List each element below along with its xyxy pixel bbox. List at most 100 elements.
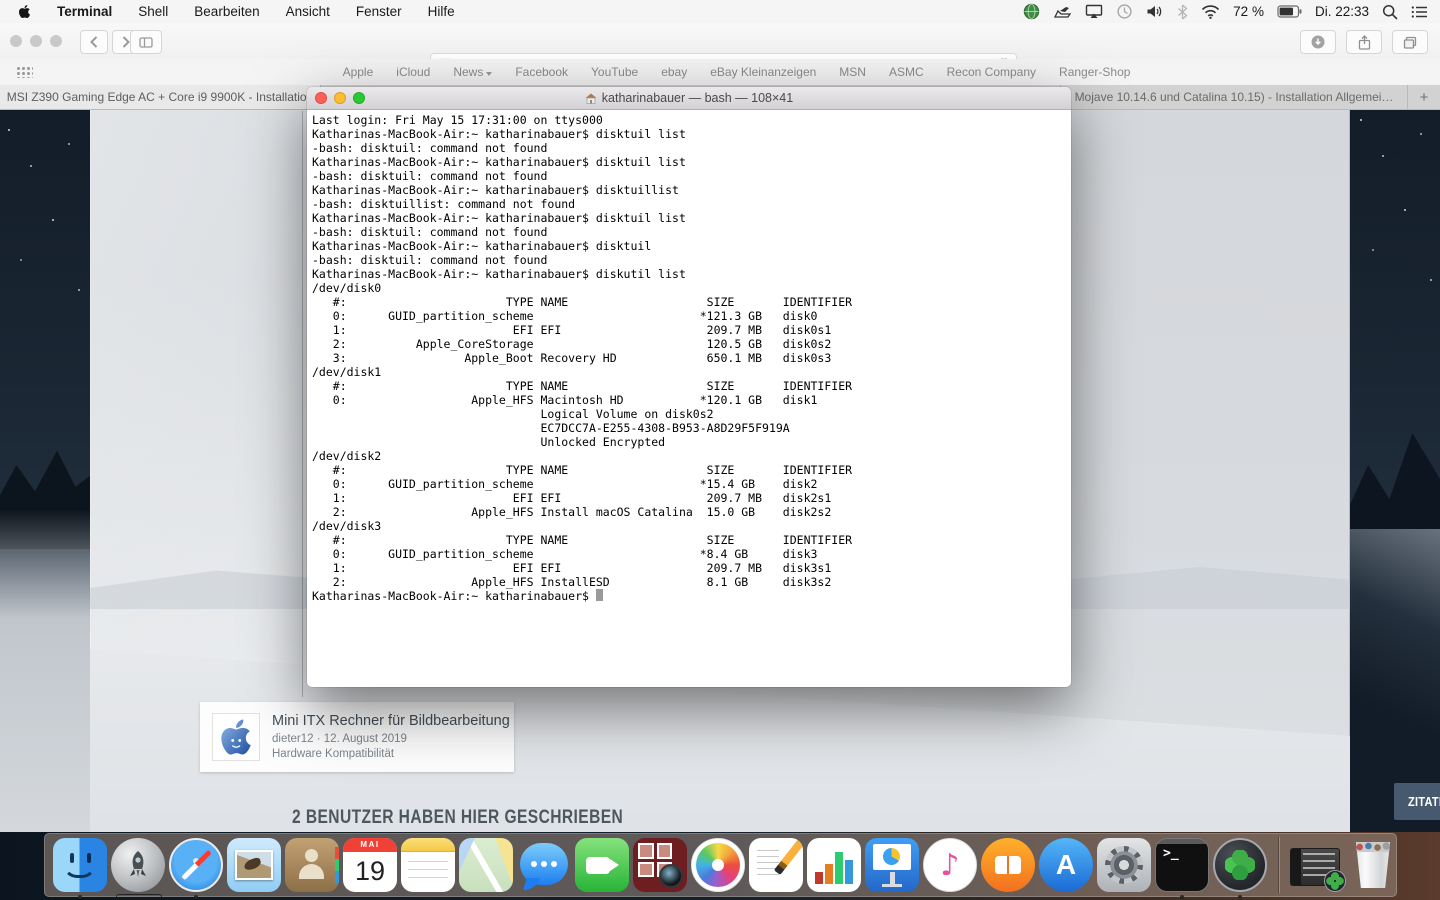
minimize-window-button[interactable] — [30, 35, 42, 47]
dock-minimized-window[interactable] — [1290, 838, 1346, 892]
bookmark-news[interactable]: News — [453, 65, 493, 79]
bookmark-recon-company[interactable]: Recon Company — [947, 65, 1036, 79]
minimized-window-thumbnail — [1290, 848, 1346, 892]
contacts-icon — [285, 838, 339, 892]
dock-pages[interactable] — [749, 838, 803, 892]
dock-app-store[interactable]: A — [1039, 838, 1093, 892]
downloads-button[interactable] — [1300, 30, 1336, 54]
bookmark-msn[interactable]: MSN — [839, 65, 866, 79]
bookmark-ebay[interactable]: ebay — [661, 65, 687, 79]
notification-center-icon[interactable] — [1411, 5, 1428, 19]
apple-menu-icon[interactable] — [18, 4, 31, 19]
dock-notes[interactable] — [401, 838, 455, 892]
tab-msi-z390[interactable]: MSI Z390 Gaming Edge AC + Core i9 9900K … — [0, 85, 321, 109]
menu-clock[interactable]: Di. 22:33 — [1315, 4, 1369, 19]
wifi-status-icon[interactable] — [1201, 4, 1220, 19]
sidebar-button[interactable] — [130, 30, 162, 54]
music-note-glyph: ♪ — [940, 847, 960, 883]
bookmark-icloud[interactable]: iCloud — [396, 65, 430, 79]
zoom-button[interactable] — [353, 92, 365, 104]
back-button[interactable] — [80, 30, 108, 54]
dock-messages[interactable] — [517, 838, 571, 892]
launchpad-icon — [111, 838, 165, 892]
terminal-window[interactable]: katharinabauer — bash — 108×41 Last logi… — [307, 87, 1071, 687]
globe-status-icon[interactable] — [1023, 3, 1040, 20]
volume-status-icon[interactable] — [1146, 4, 1164, 19]
favorites-grid-icon[interactable] — [16, 66, 33, 78]
terminal-title-bar[interactable]: katharinabauer — bash — 108×41 — [307, 87, 1071, 110]
dock-itunes[interactable]: ♪ — [923, 838, 977, 892]
menu-bar: Terminal Shell Bearbeiten Ansicht Fenste… — [0, 0, 1440, 24]
dock-finder[interactable] — [53, 838, 107, 899]
dock-clover-configurator[interactable] — [1213, 838, 1267, 899]
menu-item-shell[interactable]: Shell — [138, 4, 168, 19]
stars-decoration — [8, 129, 10, 131]
bookmark-youtube[interactable]: YouTube — [591, 65, 638, 79]
terminal-content[interactable]: Last login: Fri May 15 17:31:00 on ttys0… — [307, 110, 1071, 687]
safari-icon — [169, 838, 223, 892]
dock-numbers[interactable] — [807, 838, 861, 892]
menu-item-fenster[interactable]: Fenster — [356, 4, 402, 19]
system-preferences-icon — [1097, 838, 1151, 892]
dock-facetime[interactable] — [575, 838, 629, 892]
scanner-status-icon[interactable] — [1053, 4, 1072, 20]
terminal-title: katharinabauer — bash — 108×41 — [601, 91, 794, 105]
spotlight-search-icon[interactable] — [1382, 4, 1398, 20]
bookmarks-bar: Apple iCloud News Facebook YouTube ebay … — [0, 59, 1440, 86]
finder-icon — [53, 838, 107, 892]
dock-contacts[interactable] — [285, 838, 339, 892]
close-button[interactable] — [315, 92, 327, 104]
dock-photo-booth[interactable] — [633, 838, 687, 892]
bookmark-ranger-shop[interactable]: Ranger-Shop — [1059, 65, 1130, 79]
bluetooth-status-icon[interactable] — [1177, 4, 1188, 20]
bookmark-ebay-kleinanzeigen[interactable]: eBay Kleinanzeigen — [710, 65, 816, 79]
thread-category[interactable]: Hardware Kompatibilität — [272, 747, 510, 762]
airplay-status-icon[interactable] — [1085, 4, 1103, 19]
menu-item-ansicht[interactable]: Ansicht — [286, 4, 330, 19]
new-tab-button[interactable]: + — [1408, 85, 1440, 109]
dock-safari[interactable] — [169, 838, 223, 899]
dock-maps[interactable] — [459, 838, 513, 892]
menu-item-hilfe[interactable]: Hilfe — [428, 4, 455, 19]
bookmark-apple[interactable]: Apple — [343, 65, 374, 79]
menu-item-bearbeiten[interactable]: Bearbeiten — [194, 4, 259, 19]
dock-launchpad[interactable] — [111, 838, 165, 900]
hackintosh-logo — [212, 713, 260, 761]
bookmark-facebook[interactable]: Facebook — [515, 65, 568, 79]
battery-icon[interactable] — [1277, 5, 1302, 18]
dock-keynote[interactable] — [865, 838, 919, 892]
menu-app-name[interactable]: Terminal — [57, 4, 112, 19]
quotes-button[interactable]: ZITATE (1) — [1394, 783, 1440, 820]
app-store-icon: A — [1039, 838, 1093, 892]
notes-icon — [401, 838, 455, 892]
fog-decoration — [0, 509, 92, 832]
clover-badge-icon — [1324, 870, 1346, 892]
clover-configurator-icon — [1213, 838, 1267, 892]
bookmark-asmc[interactable]: ASMC — [889, 65, 924, 79]
terminal-window-controls — [315, 92, 365, 104]
column-divider — [302, 111, 303, 697]
dock-mail[interactable] — [227, 838, 281, 892]
launchpad-underline — [116, 894, 162, 900]
thread-title[interactable]: Mini ITX Rechner für Bildbearbeitung — [272, 713, 510, 729]
close-window-button[interactable] — [10, 35, 22, 47]
photos-icon — [691, 838, 745, 892]
stars-decoration — [1360, 119, 1362, 121]
tab-overview-button[interactable] — [1392, 30, 1428, 54]
dock-trash[interactable] — [1346, 838, 1400, 892]
dock-calendar[interactable]: MAI 19 — [343, 838, 397, 892]
tab-mojave-catalina[interactable]: Mojave 10.14.6 und Catalina 10.15) - Ins… — [1060, 85, 1408, 109]
trash-icon — [1355, 842, 1391, 888]
facetime-icon — [575, 838, 629, 892]
dock-ibooks[interactable] — [981, 838, 1035, 892]
thread-card[interactable]: Mini ITX Rechner für Bildbearbeitung die… — [200, 702, 514, 772]
time-machine-status-icon[interactable] — [1116, 3, 1133, 20]
share-button[interactable] — [1346, 30, 1382, 54]
itunes-icon: ♪ — [923, 838, 977, 892]
dock-system-preferences[interactable] — [1097, 838, 1151, 892]
dock-photos[interactable] — [691, 838, 745, 892]
dock-terminal[interactable]: >_ — [1155, 838, 1209, 899]
minimize-button[interactable] — [334, 92, 346, 104]
zoom-window-button[interactable] — [50, 35, 62, 47]
running-indicator — [78, 895, 82, 899]
